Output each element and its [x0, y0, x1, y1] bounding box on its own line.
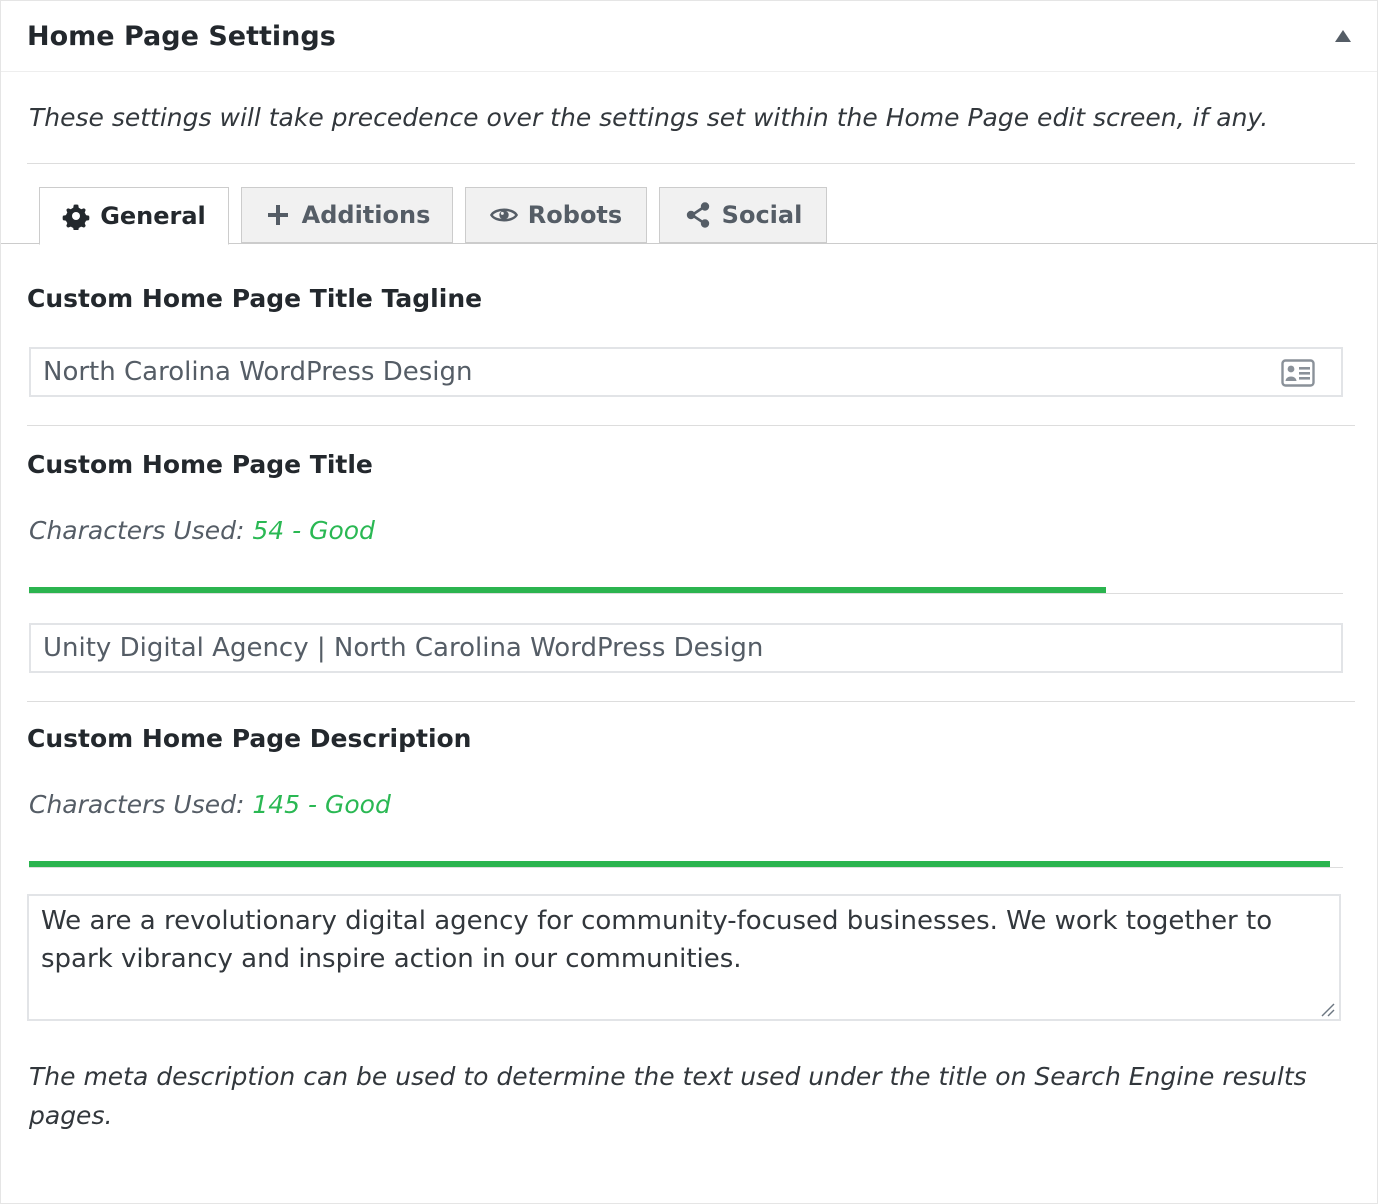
title-label: Custom Home Page Title	[27, 450, 373, 479]
tab-label: General	[100, 202, 206, 230]
eye-icon	[489, 201, 518, 229]
title-char-counter: Characters Used: 54 - Good	[29, 515, 375, 547]
tab-additions[interactable]: Additions	[241, 187, 453, 243]
counter-prefix: Characters Used:	[29, 790, 245, 819]
description-progress-bar	[29, 861, 1330, 867]
resize-handle-icon[interactable]	[1319, 1001, 1335, 1017]
description-progress-track	[29, 867, 1343, 868]
tab-robots[interactable]: Robots	[465, 187, 647, 243]
counter-status: 145 - Good	[252, 790, 391, 819]
tab-label: Additions	[301, 201, 431, 229]
home-page-settings-panel: Home Page Settings These settings will t…	[0, 0, 1378, 1204]
divider	[27, 425, 1355, 426]
gear-icon	[62, 202, 90, 230]
tab-social[interactable]: Social	[659, 187, 827, 243]
tab-general[interactable]: General	[39, 187, 229, 245]
id-card-icon[interactable]	[1281, 359, 1315, 387]
description-char-counter: Characters Used: 145 - Good	[29, 789, 391, 821]
plus-icon	[264, 201, 292, 229]
counter-status: 54 - Good	[252, 516, 375, 545]
tagline-label: Custom Home Page Title Tagline	[27, 284, 483, 313]
divider	[27, 701, 1355, 702]
share-icon	[684, 201, 712, 229]
panel-header[interactable]: Home Page Settings	[1, 1, 1377, 72]
description-help-text: The meta description can be used to dete…	[29, 1062, 1307, 1130]
divider	[27, 163, 1355, 164]
tab-label: Social	[721, 201, 803, 229]
description-label: Custom Home Page Description	[27, 724, 472, 753]
tab-label: Robots	[527, 201, 623, 229]
description-textarea[interactable]: We are a revolutionary digital agency fo…	[27, 894, 1341, 1021]
title-progress-track	[29, 593, 1343, 594]
intro-text: These settings will take precedence over…	[29, 103, 1269, 132]
panel-title: Home Page Settings	[27, 21, 336, 52]
collapse-toggle-icon[interactable]	[1335, 30, 1351, 42]
tagline-input[interactable]	[29, 347, 1343, 397]
title-input[interactable]	[29, 623, 1343, 673]
title-progress-bar	[29, 587, 1106, 593]
counter-prefix: Characters Used:	[29, 516, 245, 545]
